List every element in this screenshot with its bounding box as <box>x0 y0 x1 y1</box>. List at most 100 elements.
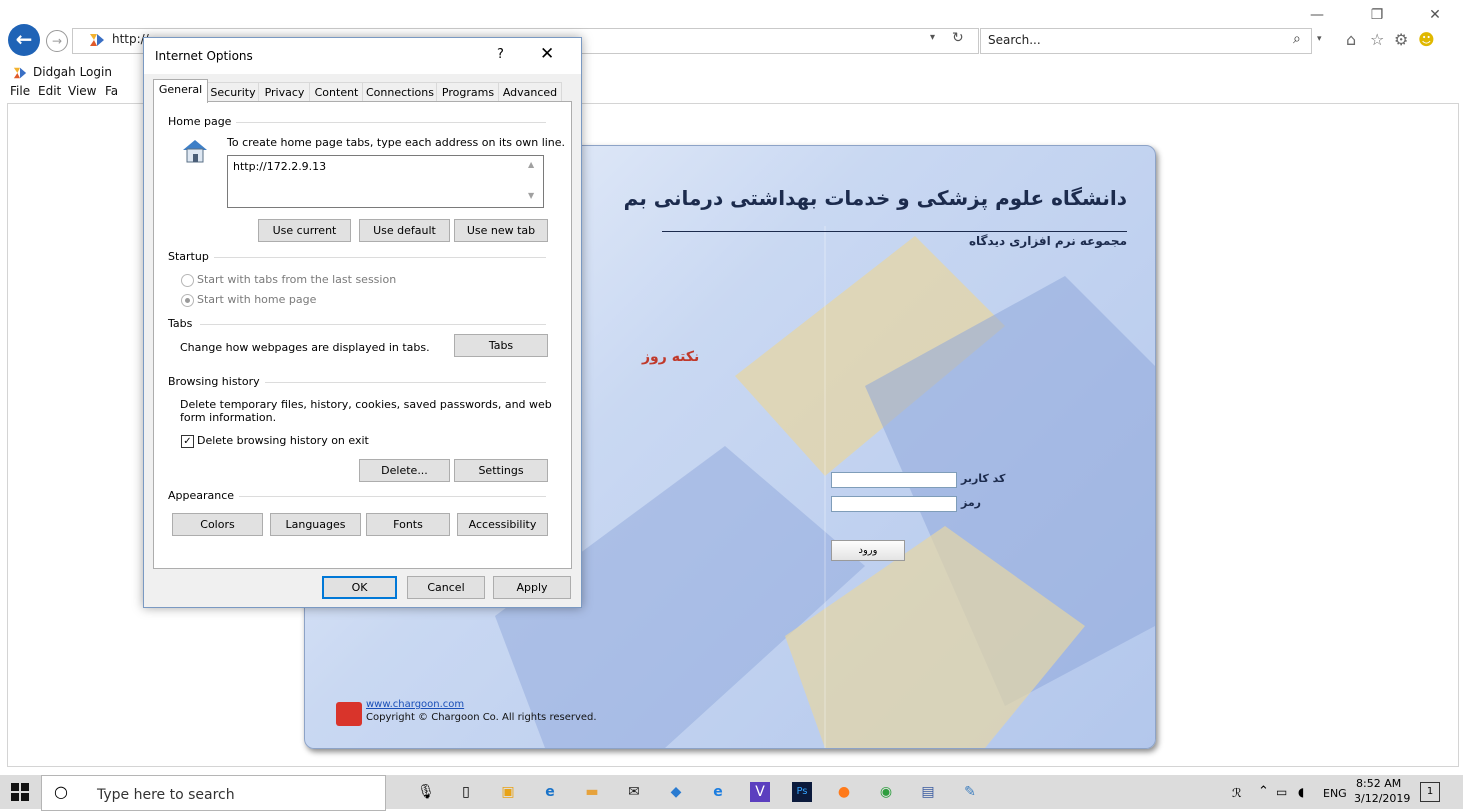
refresh-icon[interactable]: ↻ <box>952 30 964 46</box>
restore-icon[interactable]: ❐ <box>1362 4 1392 26</box>
radio-last-session-label: Start with tabs from the last session <box>197 273 397 286</box>
address-dropdown-icon[interactable]: ▾ <box>930 32 935 43</box>
browsing-history-description-2: form information. <box>180 411 277 424</box>
people-icon[interactable]: ℛ <box>1232 786 1242 800</box>
settings-button[interactable]: Settings <box>454 459 548 482</box>
volume-icon[interactable]: ◖ <box>1298 785 1304 799</box>
task-view-icon[interactable]: ▯ <box>456 782 476 802</box>
windows-start-icon[interactable] <box>11 783 29 801</box>
ok-button[interactable]: OK <box>322 576 397 599</box>
smiley-icon[interactable]: ☻ <box>1418 30 1435 49</box>
userid-field[interactable] <box>831 472 957 488</box>
microphone-icon[interactable]: 🎙 <box>416 782 436 802</box>
radio-home-page-label: Start with home page <box>197 293 317 306</box>
star-icon[interactable]: ☆ <box>1370 30 1384 49</box>
home-icon[interactable]: ⌂ <box>1346 30 1356 49</box>
site-favicon-icon <box>13 67 27 79</box>
home-page-url: http://172.2.9.13 <box>233 160 327 173</box>
tab-content[interactable]: Content <box>309 82 364 102</box>
browsing-history-description: Delete temporary files, history, cookies… <box>180 398 552 411</box>
login-button[interactable]: ورود <box>831 540 905 561</box>
chargoon-logo <box>336 702 362 726</box>
store-icon[interactable]: ▣ <box>498 782 518 802</box>
chargoon-link[interactable]: www.chargoon.com <box>366 699 464 710</box>
tabs-button[interactable]: Tabs <box>454 334 548 357</box>
gear-icon[interactable]: ⚙ <box>1394 30 1408 49</box>
close-icon[interactable]: ✕ <box>540 44 554 64</box>
group-tabs: Tabs <box>168 317 198 330</box>
delete-on-exit-label: Delete browsing history on exit <box>197 434 369 447</box>
scroll-up-icon[interactable]: ▲ <box>528 160 534 169</box>
chrome-icon[interactable]: ◉ <box>876 782 896 802</box>
scroll-down-icon[interactable]: ▼ <box>528 191 534 200</box>
site-favicon-icon <box>90 34 104 46</box>
forward-arrow-icon[interactable]: → <box>46 30 68 52</box>
group-divider <box>238 496 546 497</box>
menu-view[interactable]: View <box>68 84 96 98</box>
help-icon[interactable]: ? <box>497 47 504 62</box>
userid-label: کد کاربر <box>961 472 1006 485</box>
copyright-text: Copyright © Chargoon Co. All rights rese… <box>366 712 597 723</box>
use-current-button[interactable]: Use current <box>258 219 351 242</box>
cancel-button[interactable]: Cancel <box>407 576 485 599</box>
chevron-up-icon[interactable]: ⌃ <box>1258 784 1269 799</box>
delete-button[interactable]: Delete... <box>359 459 450 482</box>
accessibility-button[interactable]: Accessibility <box>457 513 548 536</box>
group-appearance: Appearance <box>168 489 240 502</box>
menu-edit[interactable]: Edit <box>38 84 61 98</box>
search-placeholder: Search... <box>988 33 1041 47</box>
tab-connections[interactable]: Connections <box>362 82 438 102</box>
language-indicator[interactable]: ENG <box>1323 787 1347 800</box>
dialog-title: Internet Options <box>155 49 253 63</box>
search-dropdown-icon[interactable]: ▾ <box>1317 34 1322 44</box>
group-divider <box>224 122 546 123</box>
minimize-icon[interactable]: — <box>1302 4 1332 26</box>
paint-icon[interactable]: ✎ <box>960 782 980 802</box>
tab-advanced[interactable]: Advanced <box>498 82 562 102</box>
menu-file[interactable]: File <box>10 84 30 98</box>
radio-home-page[interactable] <box>181 294 194 307</box>
group-browsing-history: Browsing history <box>168 375 265 388</box>
notepad-icon[interactable]: ▤ <box>918 782 938 802</box>
menu-favorites[interactable]: Fa <box>105 84 118 98</box>
close-window-icon[interactable]: ✕ <box>1420 4 1450 26</box>
firefox-icon[interactable]: ● <box>834 782 854 802</box>
clock-time[interactable]: 8:52 AM <box>1356 777 1401 790</box>
back-arrow-icon[interactable]: ← <box>8 24 40 56</box>
tab-privacy[interactable]: Privacy <box>258 82 311 102</box>
photoshop-icon[interactable]: Ps <box>792 782 812 802</box>
page-title: دانشگاه علوم پزشکی و خدمات بهداشتی درمان… <box>623 186 1127 210</box>
group-home-page: Home page <box>168 115 237 128</box>
group-divider <box>200 324 546 325</box>
colors-button[interactable]: Colors <box>172 513 263 536</box>
notification-icon[interactable]: 1 <box>1420 782 1440 802</box>
password-label: رمز <box>961 496 981 509</box>
fonts-button[interactable]: Fonts <box>366 513 450 536</box>
use-default-button[interactable]: Use default <box>359 219 450 242</box>
file-explorer-icon[interactable]: ▬ <box>582 782 602 802</box>
edge-icon[interactable]: e <box>540 782 560 802</box>
password-field[interactable] <box>831 496 957 512</box>
use-new-tab-button[interactable]: Use new tab <box>454 219 548 242</box>
apply-button[interactable]: Apply <box>493 576 571 599</box>
tab-title: Didgah Login <box>33 65 112 79</box>
search-icon[interactable]: ⌕ <box>1293 31 1301 47</box>
delete-on-exit-checkbox[interactable]: ✓ <box>181 435 194 448</box>
network-icon[interactable]: ▭ <box>1276 785 1287 799</box>
group-startup: Startup <box>168 250 214 263</box>
tabs-description: Change how webpages are displayed in tab… <box>180 341 430 354</box>
mail-icon[interactable]: ✉ <box>624 782 644 802</box>
visio-icon[interactable]: V <box>750 782 770 802</box>
languages-button[interactable]: Languages <box>270 513 361 536</box>
tab-security[interactable]: Security <box>206 82 260 102</box>
remote-desktop-icon[interactable]: ◆ <box>666 782 686 802</box>
tab-programs[interactable]: Programs <box>436 82 500 102</box>
internet-explorer-icon[interactable]: e <box>708 782 728 802</box>
internet-options-dialog: Internet Options ? ✕ General Security Pr… <box>143 37 582 608</box>
radio-last-session[interactable] <box>181 274 194 287</box>
tab-general[interactable]: General <box>153 79 208 103</box>
title-divider <box>662 231 1127 232</box>
house-icon <box>183 140 207 163</box>
group-divider <box>258 382 546 383</box>
clock-date[interactable]: 3/12/2019 <box>1354 792 1410 805</box>
